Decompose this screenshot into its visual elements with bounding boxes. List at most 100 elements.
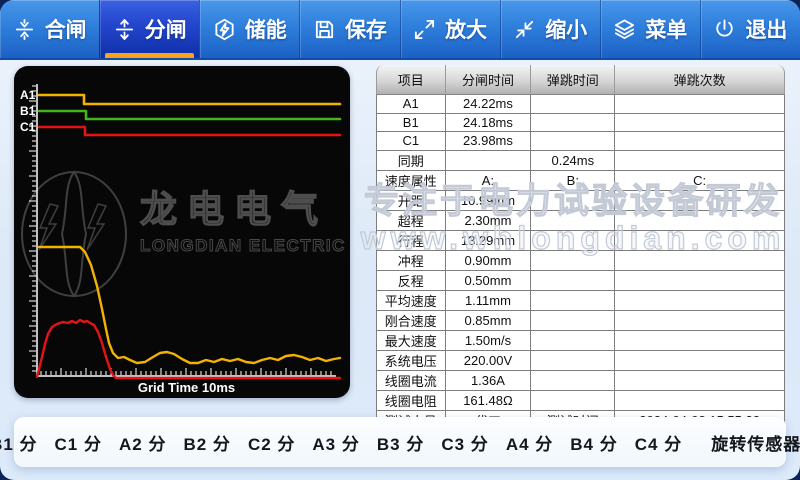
column-header: 弹跳时间 bbox=[531, 65, 615, 95]
table-cell: 冲程 bbox=[376, 251, 446, 271]
table-cell: 1.50m/s bbox=[446, 331, 532, 351]
phase-state-item: C1 分 bbox=[55, 430, 102, 455]
table-cell bbox=[615, 151, 785, 171]
table-cell: 0.85mm bbox=[446, 311, 532, 331]
phase-state-item: C3 分 bbox=[441, 430, 488, 455]
table-cell bbox=[615, 211, 785, 231]
table-cell bbox=[531, 251, 615, 271]
table-cell: 刚合速度 bbox=[376, 311, 446, 331]
table-cell: 23.98ms bbox=[446, 132, 532, 151]
table-cell: C1 bbox=[376, 132, 446, 151]
phase-state-item: B2 分 bbox=[183, 430, 230, 455]
table-cell: 0.50mm bbox=[446, 271, 532, 291]
table-cell: 161.48Ω bbox=[446, 391, 532, 411]
table-cell bbox=[531, 311, 615, 331]
trace-coil-current-curve bbox=[37, 320, 340, 378]
table-cell: 1.11mm bbox=[446, 291, 532, 311]
table-cell bbox=[615, 114, 785, 133]
table-cell: 同期 bbox=[376, 151, 446, 171]
table-cell bbox=[615, 271, 785, 291]
table-cell: 0.90mm bbox=[446, 251, 532, 271]
table-cell: 13.29mm bbox=[446, 231, 532, 251]
table-row: C123.98ms bbox=[376, 132, 785, 151]
table-cell bbox=[531, 114, 615, 133]
trace-A1-contact bbox=[39, 95, 340, 104]
toolbar: 合闸 分闸 储能 保存 放大 缩小菜单退出 bbox=[0, 0, 800, 60]
phase-state-item: C4 分 bbox=[635, 430, 682, 455]
table-cell bbox=[531, 231, 615, 251]
table-row: 线圈电阻161.48Ω bbox=[376, 391, 785, 411]
status-bar: A1 分B1 分C1 分A2 分B2 分C2 分A3 分B3 分C3 分A4 分… bbox=[14, 417, 786, 467]
table-cell: 速度属性 bbox=[376, 171, 446, 191]
table-cell bbox=[531, 191, 615, 211]
table-cell bbox=[615, 311, 785, 331]
table-row: 开距10.99mm bbox=[376, 191, 785, 211]
table-cell bbox=[531, 371, 615, 391]
toolbar-button-zoom-in[interactable]: 放大 bbox=[400, 0, 500, 58]
table-cell: 线圈电阻 bbox=[376, 391, 446, 411]
table-cell bbox=[531, 351, 615, 371]
toolbar-button-menu[interactable]: 菜单 bbox=[600, 0, 700, 58]
table-cell: 超程 bbox=[376, 211, 446, 231]
table-cell: A1 bbox=[376, 95, 446, 114]
table-row: 行程13.29mm bbox=[376, 231, 785, 251]
table-cell bbox=[615, 191, 785, 211]
oscillograph-chart: 龙电电气 LONGDIAN ELECTRIC A1B1C1Grid Time 1… bbox=[14, 66, 350, 398]
toolbar-button-label: 储能 bbox=[245, 14, 287, 44]
rotary-sensor-readout: 旋转传感器 A:188.4 bbox=[711, 430, 800, 455]
toolbar-button-label: 放大 bbox=[445, 14, 487, 44]
toolbar-button-label: 合闸 bbox=[45, 14, 87, 44]
toolbar-button-label: 分闸 bbox=[145, 14, 187, 44]
table-row: A124.22ms bbox=[376, 95, 785, 114]
table-cell bbox=[531, 132, 615, 151]
table-header-row: 项目分闸时间弹跳时间弹跳次数 bbox=[376, 65, 785, 95]
zoom-out-icon bbox=[513, 18, 536, 41]
save-icon bbox=[313, 18, 336, 41]
table-cell: 1.36A bbox=[446, 371, 532, 391]
table-cell bbox=[446, 151, 532, 171]
table-cell: 0.24ms bbox=[531, 151, 615, 171]
table-row: 系统电压220.00V bbox=[376, 351, 785, 371]
results-table: 项目分闸时间弹跳时间弹跳次数 A124.22msB124.18msC123.98… bbox=[376, 65, 785, 431]
table-cell bbox=[615, 95, 785, 114]
phase-state-item: B4 分 bbox=[570, 430, 617, 455]
table-row: 平均速度1.11mm bbox=[376, 291, 785, 311]
toolbar-button-save[interactable]: 保存 bbox=[299, 0, 399, 58]
toolbar-button-store-energy[interactable]: 储能 bbox=[199, 0, 299, 58]
toolbar-button-close[interactable]: 合闸 bbox=[0, 0, 99, 58]
table-row: 冲程0.90mm bbox=[376, 251, 785, 271]
table-cell: 220.00V bbox=[446, 351, 532, 371]
table-cell bbox=[531, 211, 615, 231]
toolbar-button-open[interactable]: 分闸 bbox=[99, 0, 199, 58]
toolbar-button-label: 缩小 bbox=[545, 14, 587, 44]
toolbar-button-exit[interactable]: 退出 bbox=[700, 0, 800, 58]
toolbar-button-zoom-out[interactable]: 缩小 bbox=[500, 0, 600, 58]
trace-label: C1 bbox=[20, 120, 36, 134]
open-switch-icon bbox=[113, 18, 136, 41]
table-cell: A: bbox=[446, 171, 532, 191]
chart-title: Grid Time 10ms bbox=[138, 380, 235, 395]
table-cell: 2.30mm bbox=[446, 211, 532, 231]
table-cell bbox=[615, 371, 785, 391]
close-switch-icon bbox=[13, 18, 36, 41]
table-row: 刚合速度0.85mm bbox=[376, 311, 785, 331]
table-cell bbox=[615, 132, 785, 151]
zoom-in-icon bbox=[413, 18, 436, 41]
table-cell: 10.99mm bbox=[446, 191, 532, 211]
toolbar-button-label: 保存 bbox=[345, 14, 387, 44]
table-cell: B: bbox=[531, 171, 615, 191]
trace-label: A1 bbox=[20, 88, 36, 102]
table-row: 超程2.30mm bbox=[376, 211, 785, 231]
table-cell: 最大速度 bbox=[376, 331, 446, 351]
table-row: 反程0.50mm bbox=[376, 271, 785, 291]
phase-state-item: B3 分 bbox=[377, 430, 424, 455]
column-header: 项目 bbox=[376, 65, 446, 95]
app-window: 合闸 分闸 储能 保存 放大 缩小菜单退出 龙电电气 LONGDIAN ELECTRIC … bbox=[0, 0, 800, 480]
logo-title: 龙电电气 bbox=[140, 189, 328, 230]
trace-travel-curve bbox=[39, 247, 340, 363]
table-row: 线圈电流1.36A bbox=[376, 371, 785, 391]
table-row: 速度属性A:B:C: bbox=[376, 171, 785, 191]
menu-icon bbox=[613, 18, 636, 41]
table-cell bbox=[615, 291, 785, 311]
phase-state-item: A4 分 bbox=[506, 430, 553, 455]
